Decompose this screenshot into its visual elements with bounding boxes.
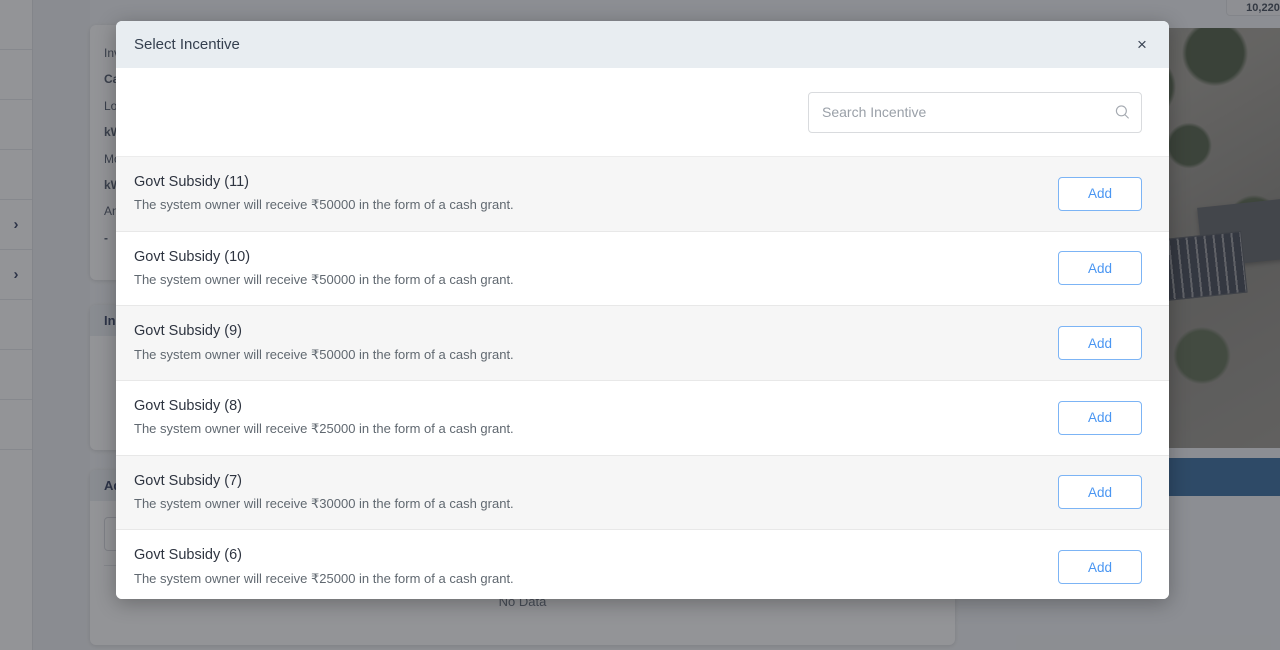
- incentive-text-block: Govt Subsidy (8) The system owner will re…: [134, 398, 514, 438]
- incentive-title: Govt Subsidy (6): [134, 547, 242, 564]
- modal-header: Select Incentive ×: [116, 21, 1169, 68]
- incentive-title: Govt Subsidy (8): [134, 397, 242, 414]
- add-incentive-button[interactable]: Add: [1058, 475, 1142, 510]
- add-incentive-button[interactable]: Add: [1058, 400, 1142, 435]
- add-incentive-button[interactable]: Add: [1058, 251, 1142, 286]
- incentive-description: The system owner will receive ₹25000 in …: [134, 570, 514, 586]
- search-input[interactable]: [808, 91, 1142, 133]
- select-incentive-modal: Select Incentive × Govt Subsidy (11) The …: [116, 21, 1169, 599]
- incentive-text-block: Govt Subsidy (6) The system owner will re…: [134, 547, 514, 587]
- incentive-description: The system owner will receive ₹50000 in …: [134, 197, 514, 213]
- modal-search-bar: [116, 68, 1169, 157]
- add-incentive-button[interactable]: Add: [1058, 326, 1142, 361]
- incentive-title: Govt Subsidy (9): [134, 323, 242, 340]
- incentive-list-item[interactable]: Govt Subsidy (11) The system owner will r…: [116, 157, 1169, 232]
- incentive-list[interactable]: Govt Subsidy (11) The system owner will r…: [116, 157, 1169, 599]
- incentive-text-block: Govt Subsidy (7) The system owner will re…: [134, 473, 514, 513]
- incentive-description: The system owner will receive ₹50000 in …: [134, 272, 514, 288]
- incentive-list-item[interactable]: Govt Subsidy (10) The system owner will r…: [116, 231, 1169, 307]
- incentive-title: Govt Subsidy (7): [134, 472, 242, 489]
- incentive-list-item[interactable]: Govt Subsidy (8) The system owner will re…: [116, 380, 1169, 456]
- incentive-title: Govt Subsidy (11): [134, 174, 249, 190]
- incentive-list-item[interactable]: Govt Subsidy (6) The system owner will re…: [116, 530, 1169, 599]
- incentive-text-block: Govt Subsidy (11) The system owner will r…: [134, 174, 514, 214]
- incentive-description: The system owner will receive ₹25000 in …: [134, 421, 514, 437]
- modal-title: Select Incentive: [134, 36, 240, 53]
- incentive-text-block: Govt Subsidy (9) The system owner will re…: [134, 323, 514, 363]
- incentive-list-item[interactable]: Govt Subsidy (9) The system owner will re…: [116, 306, 1169, 381]
- incentive-title: Govt Subsidy (10): [134, 248, 251, 265]
- incentive-text-block: Govt Subsidy (10) The system owner will r…: [134, 249, 514, 289]
- incentive-description: The system owner will receive ₹30000 in …: [134, 495, 514, 511]
- incentive-description: The system owner will receive ₹50000 in …: [134, 346, 514, 362]
- add-incentive-button[interactable]: Add: [1058, 550, 1142, 585]
- close-icon[interactable]: ×: [1129, 32, 1155, 58]
- add-incentive-button[interactable]: Add: [1058, 176, 1142, 211]
- incentive-list-item[interactable]: Govt Subsidy (7) The system owner will re…: [116, 455, 1169, 531]
- search-wrapper: [808, 91, 1142, 133]
